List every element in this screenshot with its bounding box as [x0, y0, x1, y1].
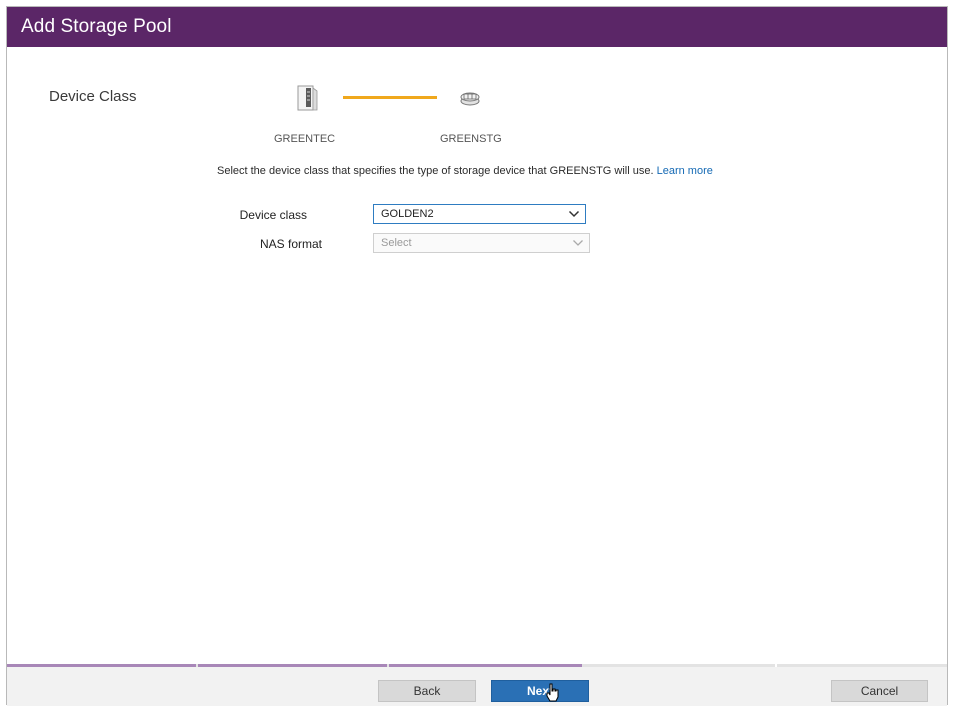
title-bar: Add Storage Pool — [7, 7, 947, 47]
instruction-body: Select the device class that specifies t… — [217, 165, 654, 177]
next-button[interactable]: Next — [491, 680, 589, 702]
add-storage-pool-dialog: Add Storage Pool Device Class GREENTEC G… — [6, 6, 948, 706]
connector-line — [343, 96, 437, 99]
nas-format-placeholder: Select — [381, 237, 412, 249]
chevron-down-icon — [568, 210, 580, 218]
device-class-select[interactable]: GOLDEN2 — [373, 204, 586, 224]
instruction-text: Select the device class that specifies t… — [217, 165, 713, 177]
step-label: Device Class — [49, 88, 137, 105]
nas-format-select[interactable]: Select — [373, 233, 590, 253]
device-class-value: GOLDEN2 — [381, 208, 434, 220]
nas-format-label: NAS format — [259, 237, 322, 251]
device-class-label: Device class — [239, 208, 307, 222]
learn-more-link[interactable]: Learn more — [657, 165, 713, 177]
server-icon — [297, 85, 318, 111]
source-node-label: GREENTEC — [274, 133, 336, 145]
cancel-button[interactable]: Cancel — [831, 680, 928, 702]
storage-pool-icon — [460, 92, 480, 106]
dialog-title: Add Storage Pool — [21, 16, 172, 37]
back-button[interactable]: Back — [378, 680, 476, 702]
dialog-footer: Back Next Cancel — [7, 667, 947, 706]
chevron-down-icon — [573, 240, 583, 246]
target-node-label: GREENSTG — [440, 133, 502, 145]
